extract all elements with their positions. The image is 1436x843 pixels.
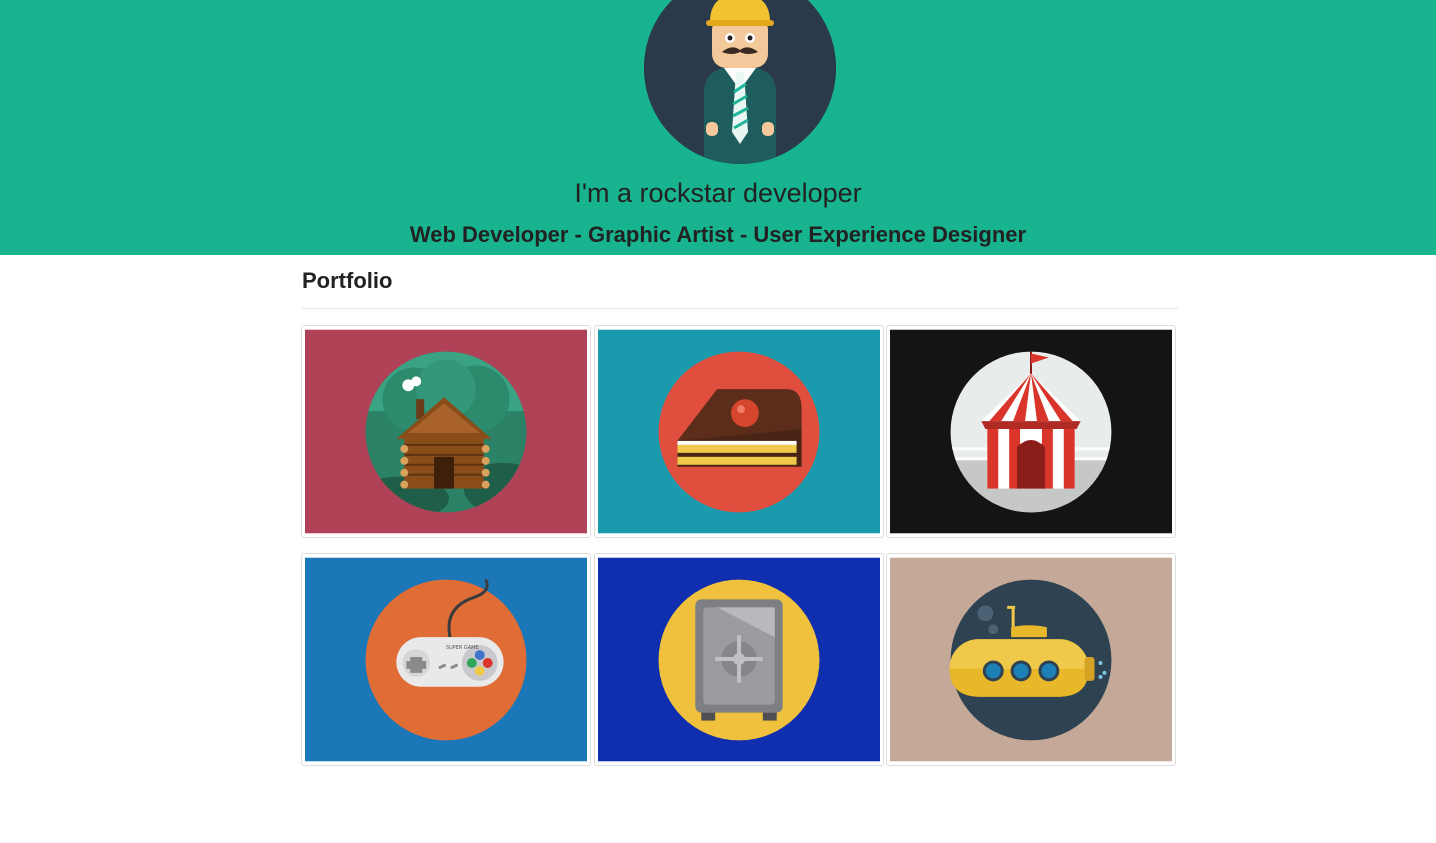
avatar bbox=[644, 0, 836, 164]
cake-slice-icon bbox=[598, 329, 880, 534]
portfolio-heading: Portfolio bbox=[302, 268, 393, 293]
circus-tent-icon bbox=[890, 329, 1172, 534]
hero-subtitle: Web Developer - Graphic Artist - User Ex… bbox=[409, 222, 1027, 247]
hero-header: I'm a rockstar developer Web Developer -… bbox=[0, 0, 1436, 255]
safe-icon bbox=[598, 557, 880, 762]
log-cabin-icon bbox=[305, 329, 587, 534]
divider bbox=[302, 308, 1178, 309]
portfolio-item-safe[interactable] bbox=[594, 553, 884, 766]
submarine-icon bbox=[890, 557, 1172, 762]
portfolio-item-cabin[interactable] bbox=[301, 325, 591, 538]
portfolio-item-controller[interactable]: SUPER GAME bbox=[301, 553, 591, 766]
hero-title: I'm a rockstar developer bbox=[574, 178, 862, 208]
controller-text: SUPER GAME bbox=[446, 645, 479, 651]
game-controller-icon: SUPER GAME bbox=[305, 557, 587, 762]
portfolio-item-circus[interactable] bbox=[886, 325, 1176, 538]
developer-avatar-icon bbox=[644, 0, 836, 164]
portfolio-item-cake[interactable] bbox=[594, 325, 884, 538]
portfolio-item-submarine[interactable] bbox=[886, 553, 1176, 766]
